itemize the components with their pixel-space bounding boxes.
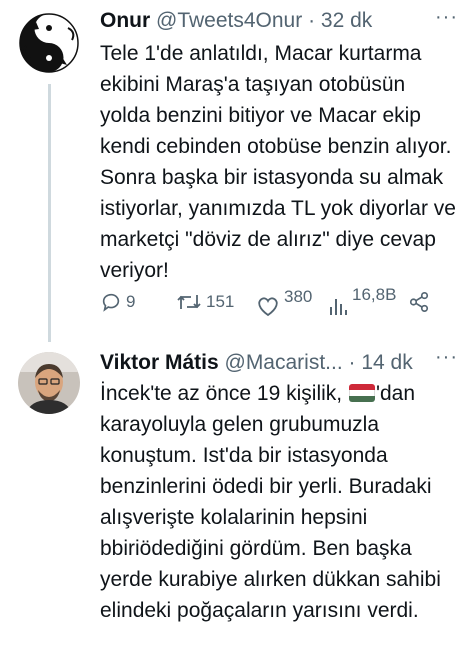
tweet-viktor-matis[interactable]: Viktor Mátis @Macarist... · 14 dk ··· İn…	[0, 342, 474, 665]
tweet-text: Tele 1'de anlatıldı, Macar kurtarma ekib…	[100, 42, 456, 282]
like-count: 380	[284, 287, 313, 306]
tweet-time[interactable]: 32 dk	[321, 9, 372, 32]
tweet-text-part-1: İncek'te az önce 19 kişilik,	[100, 382, 348, 405]
retweet-button[interactable]: 151	[176, 291, 234, 313]
views-chart-icon	[330, 299, 347, 315]
person-photo-avatar-icon	[18, 352, 80, 414]
author-name[interactable]: Onur	[100, 9, 150, 32]
avatar-viktor-matis[interactable]	[18, 352, 80, 414]
hungary-flag-icon	[348, 384, 375, 402]
cat-yin-yang-avatar-icon	[18, 12, 80, 74]
reply-button[interactable]: 9	[100, 291, 135, 313]
share-button[interactable]	[408, 291, 430, 313]
views-button[interactable]: 16,8B	[328, 285, 396, 317]
tweet-text-part-2: 'dan karayoluyla gelen grubumuzla konuşt…	[100, 382, 441, 622]
heart-icon	[258, 297, 278, 317]
retweet-icon	[177, 295, 201, 309]
thread-line	[48, 84, 51, 342]
separator-dot: ·	[308, 9, 316, 32]
tweet-actions: 9 151 380 16,8B	[100, 285, 440, 321]
flag-stripe-green	[348, 396, 375, 402]
tweet-onur[interactable]: Onur @Tweets4Onur · 32 dk ··· Tele 1'de …	[0, 0, 474, 342]
retweet-count: 151	[206, 292, 235, 311]
separator-dot: ·	[348, 351, 356, 374]
more-options-icon[interactable]: ···	[435, 6, 458, 29]
author-handle[interactable]: @Tweets4Onur	[156, 9, 302, 32]
author-name[interactable]: Viktor Mátis	[100, 351, 219, 374]
views-count: 16,8B	[352, 285, 397, 304]
tweet-header: Viktor Mátis @Macarist... · 14 dk	[100, 350, 413, 376]
like-button[interactable]: 380	[256, 287, 312, 317]
tweet-text: İncek'te az önce 19 kişilik, 'dan karayo…	[100, 378, 460, 626]
avatar-onur[interactable]	[18, 12, 80, 74]
author-handle[interactable]: @Macarist...	[225, 351, 343, 374]
tweet-header: Onur @Tweets4Onur · 32 dk	[100, 8, 372, 34]
reply-count: 9	[126, 292, 136, 311]
reply-icon	[102, 293, 120, 312]
more-options-icon[interactable]: ···	[435, 346, 458, 369]
tweet-time[interactable]: 14 dk	[361, 351, 412, 374]
share-icon	[409, 292, 429, 312]
